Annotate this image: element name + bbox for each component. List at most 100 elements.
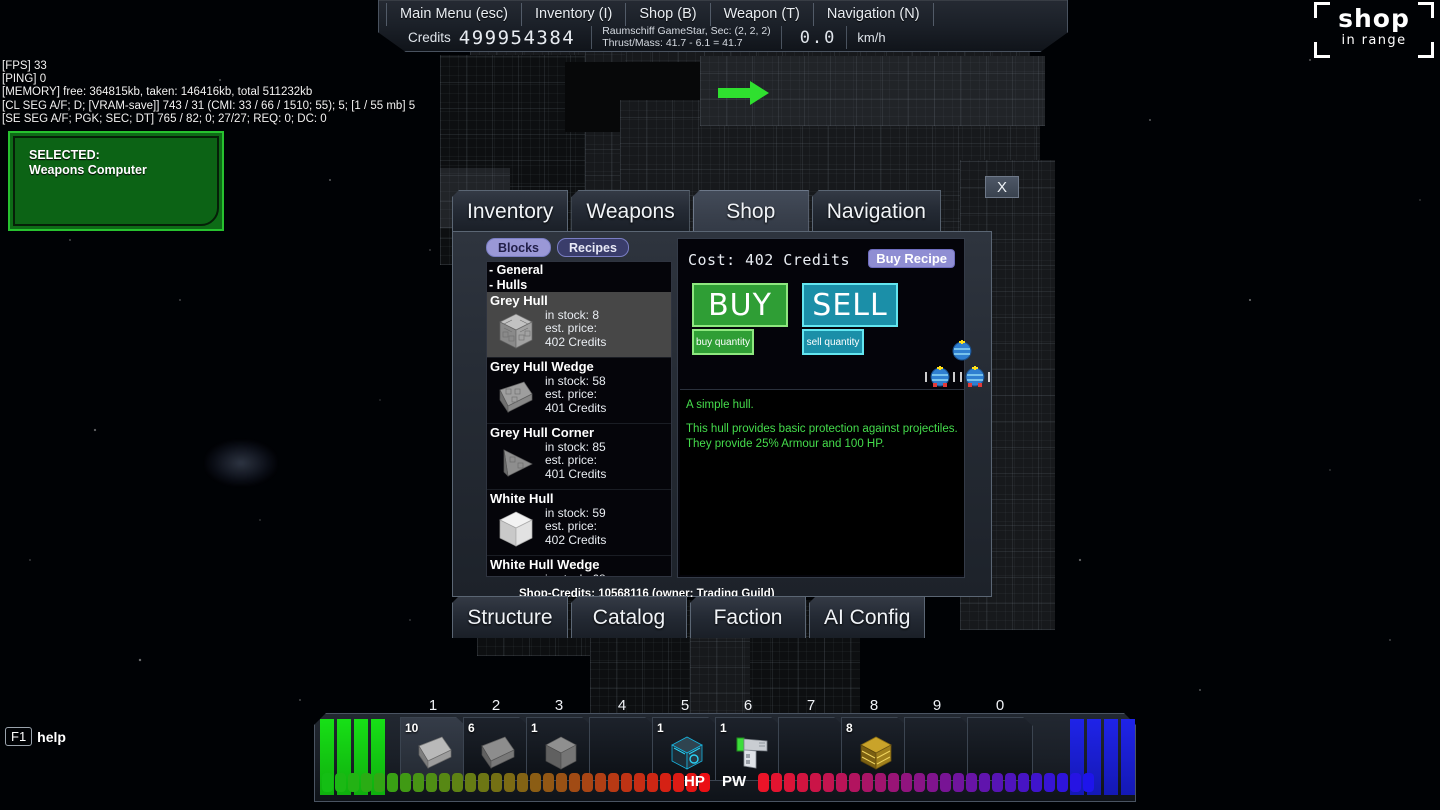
hp-pip — [491, 773, 502, 792]
block-stock: in stock: 58 — [545, 374, 606, 388]
hp-pip — [569, 773, 580, 792]
power-pip — [979, 773, 990, 792]
tab-inventory[interactable]: Inventory — [452, 190, 569, 232]
menu-item-main-menu[interactable]: Main Menu (esc) — [386, 3, 522, 26]
hotbar-slot-count: 1 — [720, 721, 727, 735]
block-price-label: est. price: — [545, 387, 598, 402]
block-price-value: 402 Credits — [545, 334, 607, 349]
sell-button[interactable]: SELL — [802, 283, 898, 327]
shop-dialog-body: Blocks Recipes - General - Hulls Grey Hu… — [452, 231, 992, 600]
white-hull-cube-icon — [494, 508, 538, 550]
power-pip — [953, 773, 964, 792]
block-price-value: 401 Credits — [545, 466, 607, 481]
top-hud-bar: Main Menu (esc) Inventory (I) Shop (B) W… — [378, 0, 1068, 52]
block-price-value: 401 Credits — [545, 400, 607, 415]
shop-module-icon-right — [960, 366, 990, 387]
power-pip — [1083, 773, 1094, 792]
hotbar-slot-4[interactable] — [589, 717, 655, 781]
speed-unit-label: km/h — [857, 30, 886, 45]
block-list[interactable]: - General - Hulls Grey Hull in stock: 8 … — [486, 261, 672, 577]
tab-catalog[interactable]: Catalog — [571, 596, 687, 638]
hotbar-slot-5[interactable]: 1 — [652, 717, 718, 781]
block-name: Grey Hull — [490, 293, 548, 308]
block-list-item[interactable]: White Hull in stock: 59 est. price: 402 … — [487, 490, 671, 556]
hotbar-slot-7[interactable] — [778, 717, 844, 781]
category-hulls[interactable]: - Hulls — [487, 277, 671, 292]
block-list-item[interactable]: Grey Hull Wedge in stock: 58 est. price:… — [487, 358, 671, 424]
hp-pip — [608, 773, 619, 792]
menu-item-inventory[interactable]: Inventory (I) — [522, 3, 627, 26]
debug-line-server-seg: [SE SEG A/F; PGK; SEC; DT] 765 / 82; 0; … — [2, 112, 327, 125]
subtab-recipes[interactable]: Recipes — [557, 238, 629, 257]
hp-pip — [361, 773, 372, 792]
block-price-label: est. price: — [545, 321, 598, 336]
tab-ai-config[interactable]: AI Config — [809, 596, 926, 638]
block-list-item[interactable]: Grey Hull in stock: 8 est. price: 402 Cr… — [487, 292, 671, 358]
block-stock: in stock: 8 — [545, 308, 600, 322]
block-list-item[interactable]: Grey Hull Corner in stock: 85 est. price… — [487, 424, 671, 490]
speed-unit-cell: km/h — [847, 26, 895, 49]
power-pip — [810, 773, 821, 792]
block-stock: in stock: 85 — [545, 440, 606, 454]
hotbar-slot-number: 4 — [617, 697, 627, 714]
buy-recipe-button[interactable]: Buy Recipe — [868, 249, 955, 268]
power-pip — [1018, 773, 1029, 792]
tab-weapons[interactable]: Weapons — [571, 190, 690, 232]
block-stats: in stock: 85 est. price: 401 Credits — [545, 440, 607, 481]
power-pip — [758, 773, 769, 792]
buy-button[interactable]: BUY — [692, 283, 788, 327]
block-list-item[interactable]: White Hull Wedge in stock: 68 — [487, 556, 671, 576]
hp-pip — [400, 773, 411, 792]
close-dialog-button[interactable]: X — [985, 176, 1019, 198]
blue-module-block-icon — [666, 732, 708, 774]
menu-item-shop[interactable]: Shop (B) — [626, 3, 711, 26]
top-menu-bar[interactable]: Main Menu (esc) Inventory (I) Shop (B) W… — [386, 3, 934, 26]
block-stock: in stock: 68 — [545, 572, 606, 576]
hotbar-slot-count: 10 — [405, 721, 419, 735]
power-pip — [784, 773, 795, 792]
hp-pip — [452, 773, 463, 792]
hp-pip — [374, 773, 385, 792]
shop-sphere-icon — [952, 340, 972, 361]
tab-structure[interactable]: Structure — [452, 596, 568, 638]
hotbar-slot-0[interactable] — [967, 717, 1033, 781]
grey-hull-cube-icon — [540, 732, 582, 774]
hp-pip — [465, 773, 476, 792]
debug-overlay: [FPS] 33 [PING] 0 [MEMORY] free: 364815k… — [2, 60, 432, 126]
tab-faction[interactable]: Faction — [690, 596, 806, 638]
power-pip — [1057, 773, 1068, 792]
hp-pip — [556, 773, 567, 792]
tab-shop[interactable]: Shop — [692, 190, 809, 232]
hp-pip — [582, 773, 593, 792]
category-general[interactable]: - General — [487, 262, 671, 277]
hp-pip — [634, 773, 645, 792]
menu-item-weapon[interactable]: Weapon (T) — [711, 3, 814, 26]
weapon-computer-icon — [729, 732, 771, 774]
buy-quantity-input[interactable]: buy quantity — [692, 329, 754, 355]
hotbar-slot-9[interactable] — [904, 717, 970, 781]
hotbar-slot-6[interactable]: 1 — [715, 717, 781, 781]
description-line-3: They provide 25% Armour and 100 HP. — [686, 438, 885, 450]
hotbar-slot-1[interactable]: 10 — [400, 717, 466, 781]
power-pip — [823, 773, 834, 792]
hotbar-slot-8[interactable]: 8 — [841, 717, 907, 781]
block-stats: in stock: 8 est. price: 402 Credits — [545, 308, 607, 349]
hotbar-slot-2[interactable]: 6 — [463, 717, 529, 781]
power-pip — [849, 773, 860, 792]
subtab-blocks[interactable]: Blocks — [486, 238, 551, 257]
hotbar-slot-number: 0 — [995, 697, 1005, 714]
power-pip — [914, 773, 925, 792]
thrust-mass-value: Thrust/Mass: 41.7 - 6.1 = 41.7 — [602, 36, 743, 49]
hp-pip — [426, 773, 437, 792]
sell-quantity-input[interactable]: sell quantity — [802, 329, 864, 355]
block-stock: in stock: 59 — [545, 506, 606, 520]
selected-value: Weapons Computer — [29, 163, 147, 177]
dialog-top-tabs: Inventory Weapons Shop Navigation — [452, 190, 941, 232]
hotbar-slot-3[interactable]: 1 — [526, 717, 592, 781]
tab-navigation[interactable]: Navigation — [811, 190, 941, 232]
hp-pip — [478, 773, 489, 792]
power-bar — [758, 773, 1094, 792]
help-hint[interactable]: F1 help — [5, 727, 66, 746]
menu-item-navigation[interactable]: Navigation (N) — [814, 3, 934, 26]
credits-value: 499954384 — [458, 26, 576, 49]
